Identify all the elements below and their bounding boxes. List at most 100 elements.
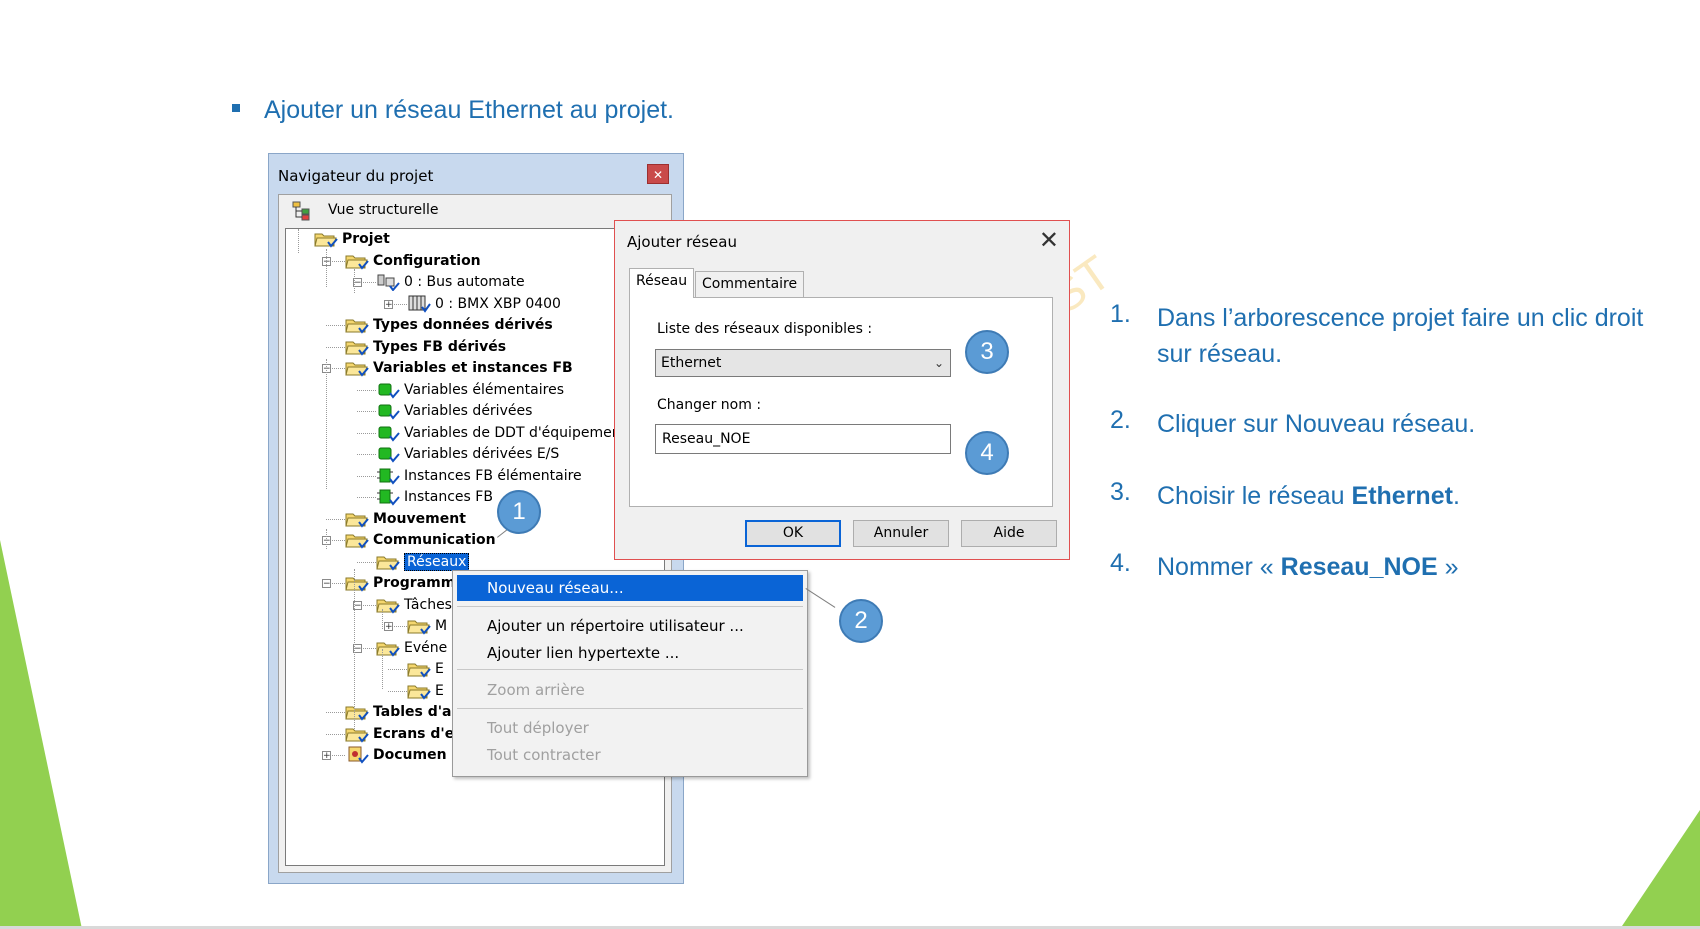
- tree-connector: [326, 249, 327, 287]
- tree-item[interactable]: Evéne: [376, 638, 447, 658]
- document-icon: [345, 746, 369, 764]
- tree-connector: [354, 269, 355, 293]
- tree-item[interactable]: 0 : Bus automate: [376, 272, 525, 292]
- tab-commentaire[interactable]: Commentaire: [695, 271, 805, 297]
- cancel-button[interactable]: Annuler: [853, 520, 949, 547]
- close-icon[interactable]: ✕: [647, 164, 669, 184]
- folder-icon: [407, 617, 431, 635]
- step-number: 4.: [1110, 549, 1131, 577]
- step-text: Dans l’arborescence projet faire un clic…: [1157, 304, 1644, 368]
- tree-connector: [326, 529, 327, 549]
- folder-icon: [345, 703, 369, 721]
- network-select[interactable]: Ethernet ⌄: [655, 349, 951, 377]
- tree-item-label: Variables dérivées: [404, 403, 533, 419]
- tree-item[interactable]: Instances FB: [376, 487, 493, 507]
- menu-item-zoom-out: Zoom arrière: [487, 681, 585, 699]
- callout-line-2: [805, 588, 836, 608]
- tree-item[interactable]: Variables de DDT d'équipement: [376, 423, 626, 443]
- tree-item[interactable]: Mouvement: [345, 509, 466, 529]
- menu-separator: [457, 669, 803, 670]
- slide-decoration-left: [0, 540, 82, 929]
- folder-icon: [345, 510, 369, 528]
- menu-item-collapse-all: Tout contracter: [487, 746, 601, 764]
- add-network-dialog: Ajouter réseau ✕ Réseau Commentaire List…: [614, 220, 1070, 560]
- rename-label: Changer nom :: [657, 397, 762, 413]
- chevron-down-icon[interactable]: ⌄: [934, 350, 944, 376]
- tree-item[interactable]: Tâches: [376, 595, 452, 615]
- fb-instance-icon: [376, 488, 400, 506]
- folder-icon: [345, 316, 369, 334]
- step-text: Choisir le réseau Ethernet.: [1157, 478, 1657, 514]
- tree-item[interactable]: Ecrans d'e: [345, 724, 454, 744]
- folder-icon: [345, 725, 369, 743]
- tree-item-label: Instances FB: [404, 489, 493, 505]
- close-icon[interactable]: ✕: [1039, 228, 1059, 252]
- tree-item-label: E: [435, 682, 444, 699]
- tab-reseau[interactable]: Réseau: [629, 268, 695, 298]
- tree-connector: [326, 325, 345, 326]
- tree-item-label: Types FB dérivés: [373, 338, 507, 355]
- tree-item[interactable]: Communication: [345, 530, 496, 550]
- expand-icon[interactable]: +: [384, 299, 393, 309]
- tree-item[interactable]: Types FB dérivés: [345, 337, 506, 357]
- view-label: Vue structurelle: [328, 202, 439, 218]
- callout-1: 1: [497, 490, 541, 534]
- step-number: 2.: [1110, 406, 1131, 434]
- tree-connector: [357, 475, 376, 477]
- network-name-field[interactable]: Reseau_NOE: [655, 424, 951, 454]
- tree-item[interactable]: Variables élémentaires: [376, 380, 564, 400]
- tree-item-label: 0 : Bus automate: [404, 274, 525, 290]
- tree-item[interactable]: M: [407, 616, 447, 636]
- tree-item-label: Tâches: [404, 596, 452, 613]
- step-text-pre: Choisir le réseau: [1157, 482, 1352, 510]
- ok-button[interactable]: OK: [745, 520, 841, 547]
- help-button[interactable]: Aide: [961, 520, 1057, 547]
- tree-item[interactable]: Tables d'a: [345, 702, 451, 722]
- navigator-title: Navigateur du projet: [278, 167, 434, 185]
- tree-item-label: M: [435, 618, 448, 634]
- tree-item[interactable]: E: [407, 681, 444, 701]
- folder-icon: [345, 574, 369, 592]
- tree-connector: [357, 432, 376, 434]
- structure-view-icon[interactable]: [292, 201, 312, 221]
- expand-icon[interactable]: +: [322, 751, 331, 761]
- tree-item-label: Variables dérivées E/S: [404, 446, 560, 462]
- collapse-icon[interactable]: −: [322, 579, 331, 589]
- fb-instance-icon: [376, 467, 400, 485]
- tree-connector: [388, 669, 407, 670]
- expand-icon[interactable]: +: [384, 622, 393, 632]
- bullet-icon: [232, 104, 240, 113]
- tree-connector: [357, 411, 376, 412]
- tree-item[interactable]: Instances FB élémentaire: [376, 466, 582, 486]
- tree-item[interactable]: Projet: [314, 229, 390, 249]
- tree-item[interactable]: Variables dérivées: [376, 401, 532, 421]
- menu-item-add-hyperlink[interactable]: Ajouter lien hypertexte ...: [457, 640, 803, 666]
- menu-item-new-network[interactable]: Nouveau réseau...: [457, 575, 803, 601]
- tree-connector: [326, 518, 345, 520]
- menu-separator: [457, 708, 803, 709]
- tree-item[interactable]: Configuration: [345, 251, 481, 271]
- folder-icon: [407, 660, 431, 678]
- variable-dot-icon: [376, 381, 400, 399]
- tree-connector: [298, 229, 299, 253]
- step-text: Cliquer sur Nouveau réseau.: [1157, 410, 1476, 438]
- tree-item[interactable]: Documen: [345, 745, 447, 765]
- slide-title-text: Ajouter un réseau Ethernet au projet.: [264, 96, 674, 124]
- tree-item-label: Configuration: [373, 252, 481, 269]
- folder-icon: [314, 230, 338, 248]
- tree-item[interactable]: 0 : BMX XBP 0400: [407, 294, 561, 314]
- tree-item[interactable]: Types données dérivés: [345, 315, 553, 335]
- step-number: 1.: [1110, 300, 1131, 328]
- tree-item[interactable]: Réseaux: [376, 552, 470, 572]
- tree-item[interactable]: Variables dérivées E/S: [376, 444, 559, 464]
- variable-block-icon: [376, 402, 400, 420]
- tree-item[interactable]: E: [407, 659, 444, 679]
- step-text-bold: Reseau_NOE: [1280, 553, 1438, 581]
- folder-icon: [407, 682, 431, 700]
- step-text-post: »: [1437, 553, 1459, 581]
- step-text-post: .: [1452, 482, 1460, 510]
- network-select-value: Ethernet: [661, 355, 722, 371]
- tree-item[interactable]: Variables et instances FB: [345, 358, 573, 378]
- menu-item-add-user-folder[interactable]: Ajouter un répertoire utilisateur ...: [457, 613, 803, 639]
- tree-item[interactable]: Programm: [345, 573, 455, 593]
